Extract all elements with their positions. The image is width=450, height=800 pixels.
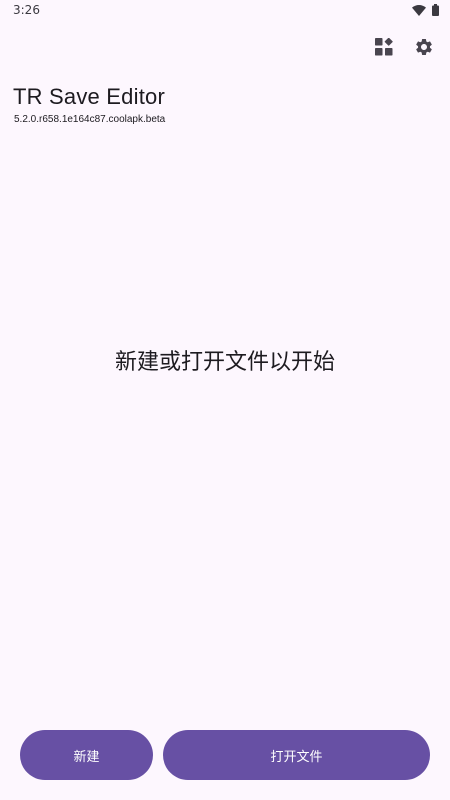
settings-icon[interactable] — [410, 33, 438, 61]
battery-icon — [432, 1, 439, 20]
widgets-icon[interactable] — [370, 33, 398, 61]
status-time: 3:26 — [13, 3, 40, 17]
toolbar-actions — [370, 33, 438, 61]
new-button[interactable]: 新建 — [20, 730, 153, 780]
status-icons — [412, 3, 439, 17]
wifi-icon — [412, 1, 426, 20]
open-file-button[interactable]: 打开文件 — [163, 730, 430, 780]
app-version: 5.2.0.r658.1e164c87.coolapk.beta — [14, 114, 166, 125]
app-title: TR Save Editor — [13, 84, 165, 109]
status-bar: 3:26 — [0, 0, 450, 22]
empty-state-message: 新建或打开文件以开始 — [114, 350, 335, 375]
bottom-action-bar: 新建 打开文件 — [20, 730, 430, 780]
